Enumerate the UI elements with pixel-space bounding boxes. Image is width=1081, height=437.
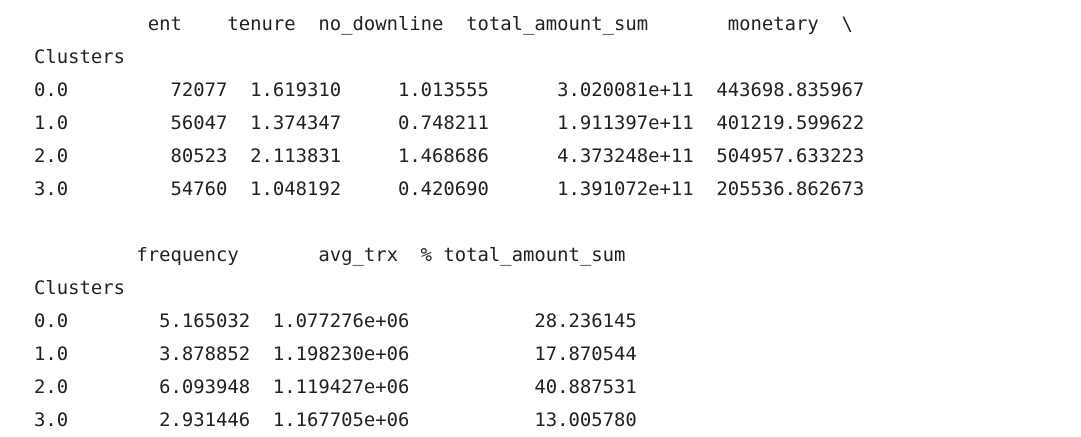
table2-row: 1.0 3.878852 1.198230e+06 17.870544	[34, 343, 637, 365]
table2-row: 3.0 2.931446 1.167705e+06 13.005780	[34, 409, 637, 431]
table1-row: 3.0 54760 1.048192 0.420690 1.391072e+11…	[34, 178, 865, 200]
table2-index-name: Clusters	[34, 277, 125, 299]
table2-row: 0.0 5.165032 1.077276e+06 28.236145	[34, 310, 637, 332]
table2-header: frequency avg_trx % total_amount_sum	[34, 244, 626, 266]
dataframe-output: ent tenure no_downline total_amount_sum …	[34, 8, 864, 437]
table1-index-name: Clusters	[34, 46, 125, 68]
table1-header: ent tenure no_downline total_amount_sum …	[34, 13, 853, 35]
table1-row: 1.0 56047 1.374347 0.748211 1.911397e+11…	[34, 112, 865, 134]
table1-row: 2.0 80523 2.113831 1.468686 4.373248e+11…	[34, 145, 865, 167]
table2-row: 2.0 6.093948 1.119427e+06 40.887531	[34, 376, 637, 398]
table1-row: 0.0 72077 1.619310 1.013555 3.020081e+11…	[34, 79, 865, 101]
